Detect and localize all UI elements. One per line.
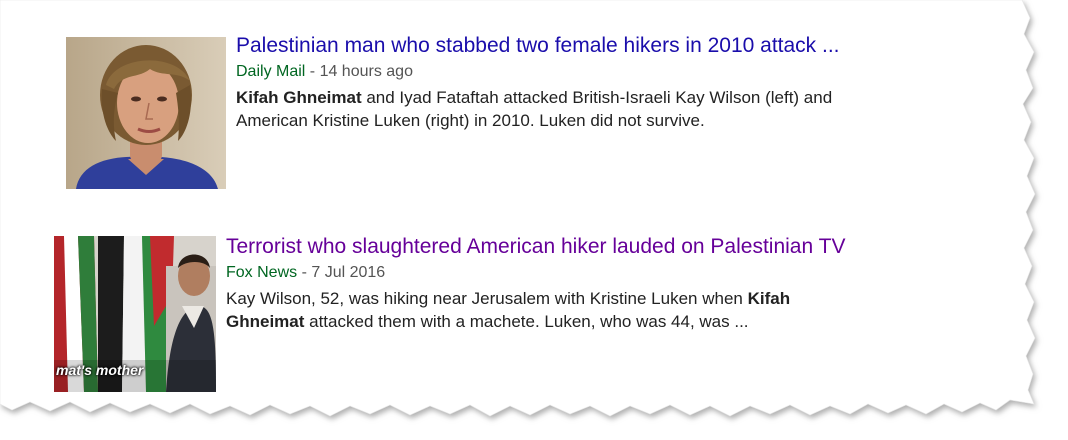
meta-separator: - [297, 264, 312, 281]
snippet-text: Kay Wilson, 52, was hiking near Jerusale… [226, 289, 748, 308]
result-thumbnail-2[interactable]: mat's mother [54, 236, 216, 392]
search-result-2: mat's mother Terrorist who slaughtered A… [0, 0, 1068, 400]
result-title-link-2[interactable]: Terrorist who slaughtered American hiker… [226, 235, 845, 259]
result-snippet-2: Kay Wilson, 52, was hiking near Jerusale… [226, 287, 790, 333]
result-meta-2: Fox News - 7 Jul 2016 [226, 263, 385, 283]
snippet-line-1: Kay Wilson, 52, was hiking near Jerusale… [226, 287, 790, 310]
result-source-2[interactable]: Fox News [226, 264, 297, 281]
snippet-keyword: Kifah [747, 289, 791, 308]
snippet-keyword: Ghneimat [226, 312, 305, 331]
snippet-line-2: Ghneimat attacked them with a machete. L… [226, 310, 790, 333]
thumbnail-caption: mat's mother [56, 362, 144, 378]
result-age-2: 7 Jul 2016 [311, 264, 386, 281]
snippet-text: attacked them with a machete. Luken, who… [304, 312, 749, 331]
